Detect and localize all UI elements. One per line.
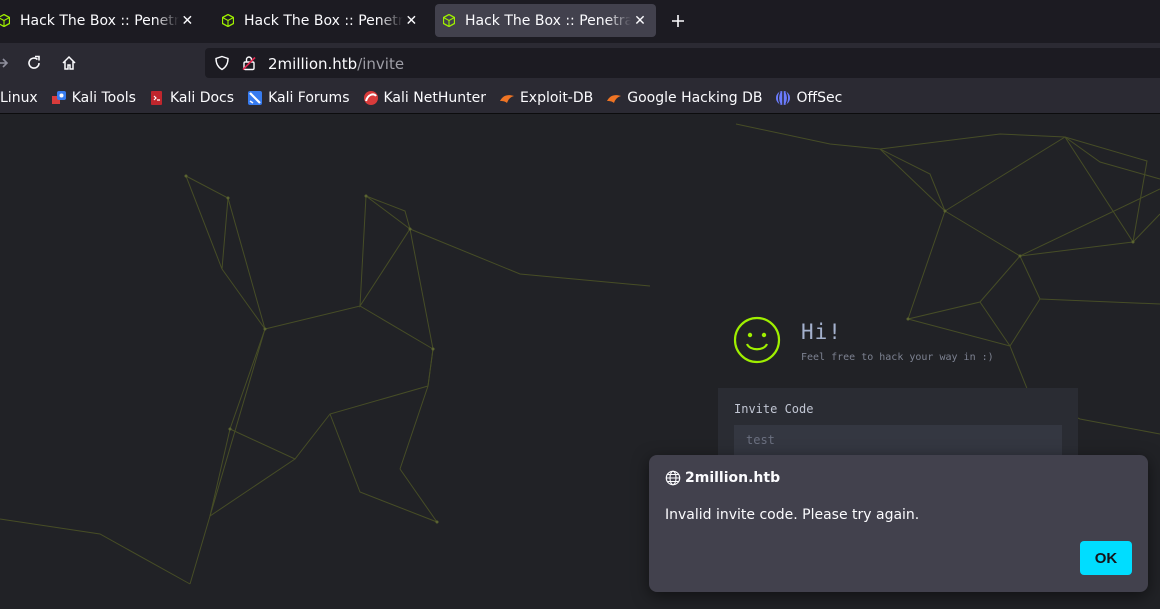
bookmark-exploit-db[interactable]: Exploit-DB	[499, 90, 593, 106]
url-host: 2million.htb	[268, 54, 358, 73]
bookmark-label: OffSec	[796, 90, 843, 106]
greeting-subtitle: Feel free to hack your way in :)	[801, 352, 994, 363]
insecure-lock-icon[interactable]	[241, 55, 257, 71]
globe-icon	[665, 470, 681, 486]
greeting-block: Hi! Feel free to hack your way in :)	[733, 316, 994, 364]
close-tab-icon[interactable]: ✕	[633, 13, 647, 29]
home-button[interactable]	[57, 51, 81, 75]
htb-cube-icon	[443, 14, 455, 27]
ghdb-icon	[607, 95, 622, 103]
bookmark-kali-forums[interactable]: Kali Forums	[247, 90, 350, 106]
ok-button[interactable]: OK	[1080, 541, 1132, 575]
home-icon	[62, 55, 76, 70]
tab-1[interactable]: Hack The Box :: Penetration Testing Labs…	[0, 4, 202, 37]
arrow-right-icon	[0, 58, 9, 68]
kali-forums-icon	[248, 91, 263, 105]
bookmark-kali-linux[interactable]: Linux	[0, 90, 38, 106]
greeting-title: Hi!	[801, 320, 842, 344]
bookmark-label: Google Hacking DB	[627, 90, 763, 106]
url-bar[interactable]: 2million.htb/invite	[205, 48, 1160, 78]
tracking-shield-icon[interactable]	[214, 55, 230, 71]
invite-code-input[interactable]	[734, 425, 1062, 455]
bookmark-label: Kali Forums	[268, 90, 350, 106]
plus-icon	[672, 15, 684, 27]
bookmark-label: Kali NetHunter	[383, 90, 486, 106]
dialog-host: 2million.htb	[685, 470, 781, 486]
close-tab-icon[interactable]: ✕	[405, 13, 418, 29]
dialog-header: 2million.htb	[665, 470, 780, 486]
htb-cube-icon	[0, 14, 10, 27]
bookmark-label: Kali Tools	[71, 90, 136, 106]
reload-button[interactable]	[22, 51, 46, 75]
reload-icon	[28, 55, 40, 69]
close-tab-icon[interactable]: ✕	[181, 13, 194, 29]
invite-code-label: Invite Code	[734, 402, 814, 416]
tab-title: Hack The Box :: Penetration Testing Labs	[244, 12, 403, 29]
nethunter-icon	[363, 91, 378, 105]
bookmark-kali-nethunter[interactable]: Kali NetHunter	[363, 90, 486, 106]
tab-2[interactable]: Hack The Box :: Penetration Testing Labs…	[214, 4, 426, 37]
tab-title: Hack The Box :: Penetration Testing Labs	[465, 12, 631, 29]
navigation-toolbar: 2million.htb/invite	[0, 43, 1160, 83]
bookmarks-toolbar: Linux Kali Tools Kali Docs Kali Forums K…	[0, 83, 1160, 114]
htb-cube-icon	[222, 14, 234, 27]
tab-3-active[interactable]: Hack The Box :: Penetration Testing Labs…	[435, 4, 656, 37]
kali-docs-icon	[150, 91, 162, 105]
url-path: /invite	[357, 54, 405, 73]
kali-tools-icon	[51, 91, 66, 104]
smiley-icon	[733, 316, 781, 364]
new-tab-button[interactable]	[666, 9, 690, 33]
tab-title: Hack The Box :: Penetration Testing Labs	[20, 12, 179, 29]
bookmark-offsec[interactable]: OffSec	[775, 90, 842, 106]
dialog-message: Invalid invite code. Please try again.	[665, 507, 920, 523]
bookmark-label: Linux	[0, 90, 38, 106]
bookmark-kali-tools[interactable]: Kali Tools	[51, 90, 136, 106]
forward-button[interactable]	[0, 51, 14, 75]
alert-dialog: 2million.htb Invalid invite code. Please…	[649, 455, 1148, 592]
tab-strip: Hack The Box :: Penetration Testing Labs…	[0, 0, 1160, 43]
bookmark-kali-docs[interactable]: Kali Docs	[149, 90, 234, 106]
bookmark-label: Exploit-DB	[519, 90, 594, 106]
offsec-icon	[776, 91, 791, 105]
exploit-db-icon	[499, 95, 514, 103]
url-text[interactable]: 2million.htb/invite	[268, 54, 404, 73]
bookmark-google-hacking-db[interactable]: Google Hacking DB	[606, 90, 762, 106]
bookmark-label: Kali Docs	[169, 90, 235, 106]
